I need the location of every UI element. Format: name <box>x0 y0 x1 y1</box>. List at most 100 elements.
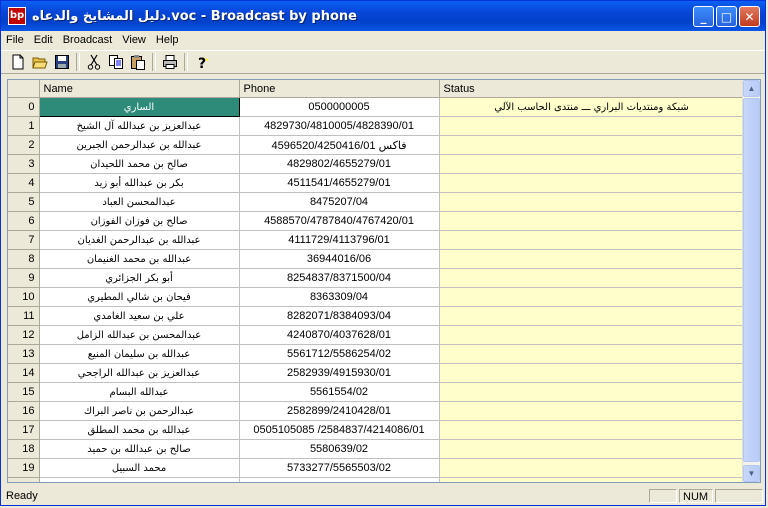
table-row[interactable]: 14 عبدالعزيز بن عبدالله الراجحي 2582939/49… <box>8 363 745 383</box>
status-cell[interactable] <box>439 135 745 155</box>
phone-cell[interactable]: 4511541/4655279/01 <box>239 173 440 193</box>
status-cell[interactable] <box>439 154 745 174</box>
name-cell[interactable]: عبدالله بن عبدالرحمن الغديان <box>39 230 240 250</box>
row-number[interactable]: 6 <box>8 211 40 231</box>
minimize-button[interactable]: _ <box>693 6 714 27</box>
phone-cell[interactable]: 5561554/02 <box>239 382 440 402</box>
name-cell[interactable]: فيحان بن شالي المطيري <box>39 287 240 307</box>
phone-cell[interactable] <box>239 477 440 482</box>
status-cell[interactable] <box>439 344 745 364</box>
phone-cell[interactable]: 4111729/4113796/01 <box>239 230 440 250</box>
save-button[interactable] <box>51 52 73 72</box>
help-button[interactable]: ? <box>191 52 213 72</box>
name-cell[interactable]: أبو بكر الجزائري <box>39 268 240 288</box>
row-number[interactable]: 9 <box>8 268 40 288</box>
name-cell[interactable]: الساري <box>38 97 240 117</box>
phone-cell[interactable]: فاكس 4596520/4250416/01 <box>239 135 440 155</box>
row-number[interactable]: 1 <box>8 116 40 136</box>
table-row[interactable]: 18 صالح بن عبدالله بن حميد 5580639/02 <box>8 439 745 459</box>
row-number[interactable]: 12 <box>8 325 40 345</box>
status-cell[interactable] <box>439 192 745 212</box>
status-cell[interactable]: شبكة ومنتديات البراري ـــ منتدى الحاسب ا… <box>439 97 745 117</box>
row-number[interactable]: 8 <box>8 249 40 269</box>
table-row[interactable]: 6 صالح بن فوزان الفوزان 4588570/4787840/47… <box>8 211 745 231</box>
row-number[interactable]: 13 <box>8 344 40 364</box>
name-cell[interactable]: عبدالله البسام <box>39 382 240 402</box>
table-row[interactable]: 4 بكر بن عبدالله أبو زيد 4511541/4655279/0… <box>8 173 745 193</box>
row-number[interactable]: 7 <box>8 230 40 250</box>
status-cell[interactable] <box>439 249 745 269</box>
status-cell[interactable] <box>439 287 745 307</box>
row-number[interactable]: 14 <box>8 363 40 383</box>
table-row[interactable]: 5 عبدالمحسن العباد 8475207/04 <box>8 192 745 212</box>
status-cell[interactable] <box>439 401 745 421</box>
menu-edit[interactable]: Edit <box>29 34 58 46</box>
menu-file[interactable]: File <box>1 34 29 46</box>
row-number[interactable]: 20 <box>8 477 40 482</box>
status-cell[interactable] <box>439 211 745 231</box>
table-row[interactable]: 16 عبدالرحمن بن ناصر البراك 2582899/241042… <box>8 401 745 421</box>
table-row[interactable]: 17 عبدالله بن محمد المطلق 0505105085 /2584… <box>8 420 745 440</box>
phone-cell[interactable]: 5561712/5586254/02 <box>239 344 440 364</box>
status-cell[interactable] <box>439 458 745 478</box>
row-number[interactable]: 4 <box>8 173 40 193</box>
phone-cell[interactable]: 4829802/4655279/01 <box>239 154 440 174</box>
phone-cell[interactable]: 0500000005 <box>239 97 440 117</box>
name-cell[interactable]: محمد السبيل <box>39 458 240 478</box>
app-icon[interactable]: bp <box>8 7 26 25</box>
status-cell[interactable] <box>439 116 745 136</box>
corner-header[interactable] <box>8 80 40 98</box>
cut-button[interactable] <box>83 52 105 72</box>
phone-cell[interactable]: 2582899/2410428/01 <box>239 401 440 421</box>
phone-cell[interactable]: 8475207/04 <box>239 192 440 212</box>
name-cell[interactable]: صالح بن فوزان الفوزان <box>39 211 240 231</box>
scroll-up-button[interactable]: ▲ <box>743 80 760 97</box>
name-cell[interactable]: عبدالله بن محمد الغنيمان <box>39 249 240 269</box>
table-row[interactable]: 10 فيحان بن شالي المطيري 8363309/04 <box>8 287 745 307</box>
phone-cell[interactable]: 5733277/5565503/02 <box>239 458 440 478</box>
phone-cell[interactable]: 5580639/02 <box>239 439 440 459</box>
name-cell[interactable]: علي بن سعيد الغامدي <box>39 306 240 326</box>
row-number[interactable]: 2 <box>8 135 40 155</box>
row-number[interactable]: 10 <box>8 287 40 307</box>
print-button[interactable] <box>159 52 181 72</box>
table-row[interactable]: 2 عبدالله بن عبدالرحمن الجبرين فاكس 459652… <box>8 135 745 155</box>
phone-cell[interactable]: 4240870/4037628/01 <box>239 325 440 345</box>
table-row[interactable]: 13 عبدالله بن سليمان المنيع 5561712/558625… <box>8 344 745 364</box>
table-row[interactable]: 12 عبدالمحسن بن عبدالله الزامل 4240870/403… <box>8 325 745 345</box>
phone-cell[interactable]: 4829730/4810005/4828390/01 <box>239 116 440 136</box>
row-number[interactable]: 11 <box>8 306 40 326</box>
phone-cell[interactable]: 8282071/8384093/04 <box>239 306 440 326</box>
column-header-phone[interactable]: Phone <box>239 80 440 98</box>
copy-button[interactable] <box>105 52 127 72</box>
row-number[interactable]: 0 <box>8 97 40 117</box>
phone-cell[interactable]: 4588570/4787840/4767420/01 <box>239 211 440 231</box>
scroll-down-button[interactable]: ▼ <box>743 465 760 482</box>
maximize-button[interactable]: □ <box>716 6 737 27</box>
phone-cell[interactable]: 0505105085 /2584837/4214086/01 <box>239 420 440 440</box>
phone-cell[interactable]: 36944016/06 <box>239 249 440 269</box>
vertical-scrollbar[interactable]: ▲ ▼ <box>742 80 760 482</box>
row-number[interactable]: 5 <box>8 192 40 212</box>
scroll-thumb[interactable] <box>743 98 760 462</box>
row-number[interactable]: 16 <box>8 401 40 421</box>
name-cell[interactable]: عبدالله بن محمد المطلق <box>39 420 240 440</box>
name-cell[interactable]: عبدالله بن عبدالرحمن الجبرين <box>39 135 240 155</box>
name-cell[interactable]: بكر بن عبدالله أبو زيد <box>39 173 240 193</box>
name-cell[interactable]: عبدالعزيز بن عبدالله آل الشيخ <box>39 116 240 136</box>
close-button[interactable]: ✕ <box>739 6 760 27</box>
status-cell[interactable] <box>439 325 745 345</box>
status-cell[interactable] <box>439 382 745 402</box>
menu-help[interactable]: Help <box>151 34 184 46</box>
table-row[interactable]: 0 الساري 0500000005 شبكة ومنتديات البراري ـ… <box>8 97 745 117</box>
row-number[interactable]: 18 <box>8 439 40 459</box>
status-cell[interactable] <box>439 306 745 326</box>
open-button[interactable] <box>29 52 51 72</box>
row-number[interactable]: 3 <box>8 154 40 174</box>
phone-cell[interactable]: 8254837/8371500/04 <box>239 268 440 288</box>
table-row[interactable]: 11 علي بن سعيد الغامدي 8282071/8384093/04 <box>8 306 745 326</box>
table-row[interactable]: 9 أبو بكر الجزائري 8254837/8371500/04 <box>8 268 745 288</box>
table-row[interactable]: 1 عبدالعزيز بن عبدالله آل الشيخ 4829730/48… <box>8 116 745 136</box>
table-row[interactable]: 3 صالح بن محمد اللحيدان 4829802/4655279/01 <box>8 154 745 174</box>
table-row[interactable]: 19 محمد السبيل 5733277/5565503/02 <box>8 458 745 478</box>
